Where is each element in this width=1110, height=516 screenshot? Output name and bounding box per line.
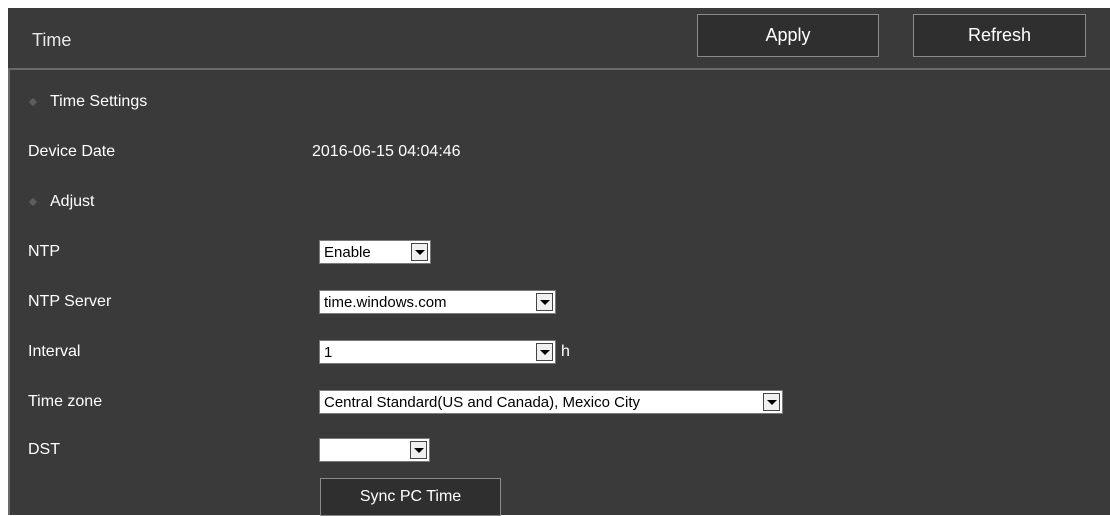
interval-select-value: 1 bbox=[324, 343, 333, 361]
interval-select[interactable]: 1 bbox=[319, 340, 556, 364]
page-title: Time bbox=[32, 30, 72, 50]
ntp-select[interactable]: Enable bbox=[319, 240, 431, 264]
ntp-label: NTP bbox=[28, 243, 60, 260]
apply-button[interactable]: Apply bbox=[697, 14, 879, 57]
chevron-down-icon[interactable] bbox=[536, 343, 553, 361]
settings-content: Time Settings Device Date 2016-06-15 04:… bbox=[8, 68, 1110, 516]
chevron-down-icon[interactable] bbox=[410, 441, 427, 459]
chevron-down-icon[interactable] bbox=[536, 293, 553, 311]
device-date-row: Device Date 2016-06-15 04:04:46 bbox=[10, 140, 1110, 164]
refresh-button[interactable]: Refresh bbox=[913, 14, 1086, 57]
interval-row: Interval 1 h bbox=[10, 340, 1110, 364]
ntp-server-row: NTP Server time.windows.com bbox=[10, 290, 1110, 314]
dst-select[interactable] bbox=[319, 438, 430, 462]
ntp-server-select[interactable]: time.windows.com bbox=[319, 290, 556, 314]
time-zone-row: Time zone Central Standard(US and Canada… bbox=[10, 390, 1110, 414]
interval-label: Interval bbox=[28, 343, 81, 360]
interval-unit: h bbox=[561, 343, 570, 360]
section-title: Time Settings bbox=[50, 93, 148, 110]
diamond-icon bbox=[28, 97, 38, 107]
ntp-server-label: NTP Server bbox=[28, 293, 112, 310]
time-panel: Time Apply Refresh Time Settings Device … bbox=[8, 8, 1110, 516]
ntp-server-select-value: time.windows.com bbox=[324, 293, 447, 311]
panel-header: Time Apply Refresh bbox=[8, 8, 1110, 68]
sync-pc-time-button[interactable]: Sync PC Time bbox=[320, 478, 501, 516]
chevron-down-icon[interactable] bbox=[411, 243, 428, 261]
section-time-settings: Time Settings bbox=[10, 90, 1110, 114]
section-title: Adjust bbox=[50, 193, 95, 210]
ntp-select-value: Enable bbox=[324, 243, 371, 261]
dst-row: DST bbox=[10, 438, 1110, 462]
device-date-label: Device Date bbox=[28, 143, 116, 160]
time-zone-label: Time zone bbox=[28, 393, 103, 410]
diamond-icon bbox=[28, 197, 38, 207]
time-zone-select-value: Central Standard(US and Canada), Mexico … bbox=[324, 393, 640, 411]
device-date-value: 2016-06-15 04:04:46 bbox=[312, 143, 461, 160]
dst-label: DST bbox=[28, 441, 60, 458]
chevron-down-icon[interactable] bbox=[763, 393, 780, 411]
ntp-row: NTP Enable bbox=[10, 240, 1110, 264]
section-adjust: Adjust bbox=[10, 190, 1110, 214]
time-zone-select[interactable]: Central Standard(US and Canada), Mexico … bbox=[319, 390, 783, 414]
